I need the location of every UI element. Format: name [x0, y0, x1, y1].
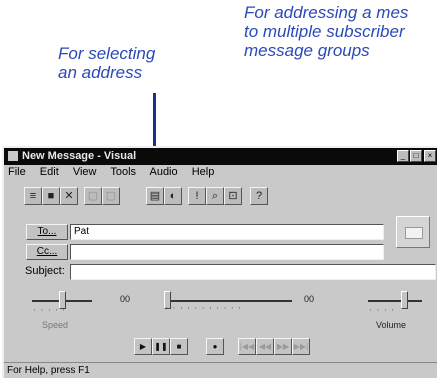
record-button[interactable]: ● — [206, 338, 224, 355]
group-icon[interactable]: ◐ — [164, 187, 182, 205]
subject-field[interactable] — [70, 264, 436, 280]
save-icon[interactable]: ■ — [42, 187, 60, 205]
volume-ticks: ' ' ' ' — [370, 309, 396, 316]
doc-icon[interactable]: ≡ — [24, 187, 42, 205]
position-start-time: 00 — [120, 294, 131, 304]
callout-select-address: For selecting an address — [58, 44, 156, 82]
to-field[interactable]: Pat — [70, 224, 384, 240]
menu-tools[interactable]: Tools — [110, 166, 136, 178]
find-icon[interactable]: ⌕ — [206, 187, 224, 205]
menu-audio[interactable]: Audio — [149, 166, 177, 178]
address-book-icon[interactable]: ▤ — [146, 187, 164, 205]
title-bar[interactable]: New Message - Visual _ □ × — [4, 148, 437, 165]
cc-button[interactable]: Cc... — [26, 244, 68, 260]
volume-slider-thumb[interactable] — [400, 291, 408, 309]
play-button[interactable]: ▶ — [134, 338, 152, 355]
menu-bar: File Edit View Tools Audio Help — [8, 166, 225, 182]
menu-file[interactable]: File — [8, 166, 26, 178]
position-end-time: 00 — [304, 294, 315, 304]
toolbar: ≡ ■ ✕ ▢ ▢ ▤ ◐ ! ⌕ ⊡ ? — [4, 183, 437, 209]
window-title: New Message - Visual — [22, 150, 137, 162]
copy-icon[interactable]: ▢ — [102, 187, 120, 205]
send-button[interactable] — [396, 216, 430, 248]
new-message-window: New Message - Visual _ □ × File Edit Vie… — [2, 146, 437, 378]
speed-slider-thumb[interactable] — [58, 291, 66, 309]
pause-button[interactable]: ❚❚ — [152, 338, 170, 355]
envelope-icon — [405, 227, 423, 239]
app-icon — [8, 151, 18, 161]
skip-start-button[interactable]: |◀◀ — [238, 338, 256, 355]
speed-label: Speed — [42, 320, 69, 330]
close-button[interactable]: × — [424, 150, 436, 162]
maximize-button[interactable]: □ — [410, 150, 422, 162]
cc-field[interactable] — [70, 244, 384, 260]
volume-slider-track — [368, 300, 422, 302]
to-button[interactable]: To... — [26, 224, 68, 240]
priority-icon[interactable]: ! — [188, 187, 206, 205]
fast-forward-button[interactable]: ▶▶ — [274, 338, 292, 355]
menu-edit[interactable]: Edit — [40, 166, 59, 178]
menu-view[interactable]: View — [73, 166, 97, 178]
menu-help[interactable]: Help — [192, 166, 215, 178]
help-icon[interactable]: ? — [250, 187, 268, 205]
options-icon[interactable]: ⊡ — [224, 187, 242, 205]
subject-label: Subject: — [25, 265, 65, 277]
speed-ticks: ' ' ' ' ' — [34, 309, 67, 316]
skip-end-button[interactable]: ▶▶| — [292, 338, 310, 355]
volume-label: Volume — [376, 320, 407, 330]
cut-icon[interactable]: ▢ — [84, 187, 102, 205]
rewind-button[interactable]: ◀◀ — [256, 338, 274, 355]
minimize-button[interactable]: _ — [397, 150, 409, 162]
position-ticks: ' ' ' ' ' ' ' ' ' ' ' — [166, 307, 243, 314]
delete-icon[interactable]: ✕ — [60, 187, 78, 205]
callout-multiple-subscribers: For addressing a mes to multiple subscri… — [244, 3, 409, 60]
stop-button[interactable]: ■ — [170, 338, 188, 355]
position-slider-track — [164, 300, 292, 302]
